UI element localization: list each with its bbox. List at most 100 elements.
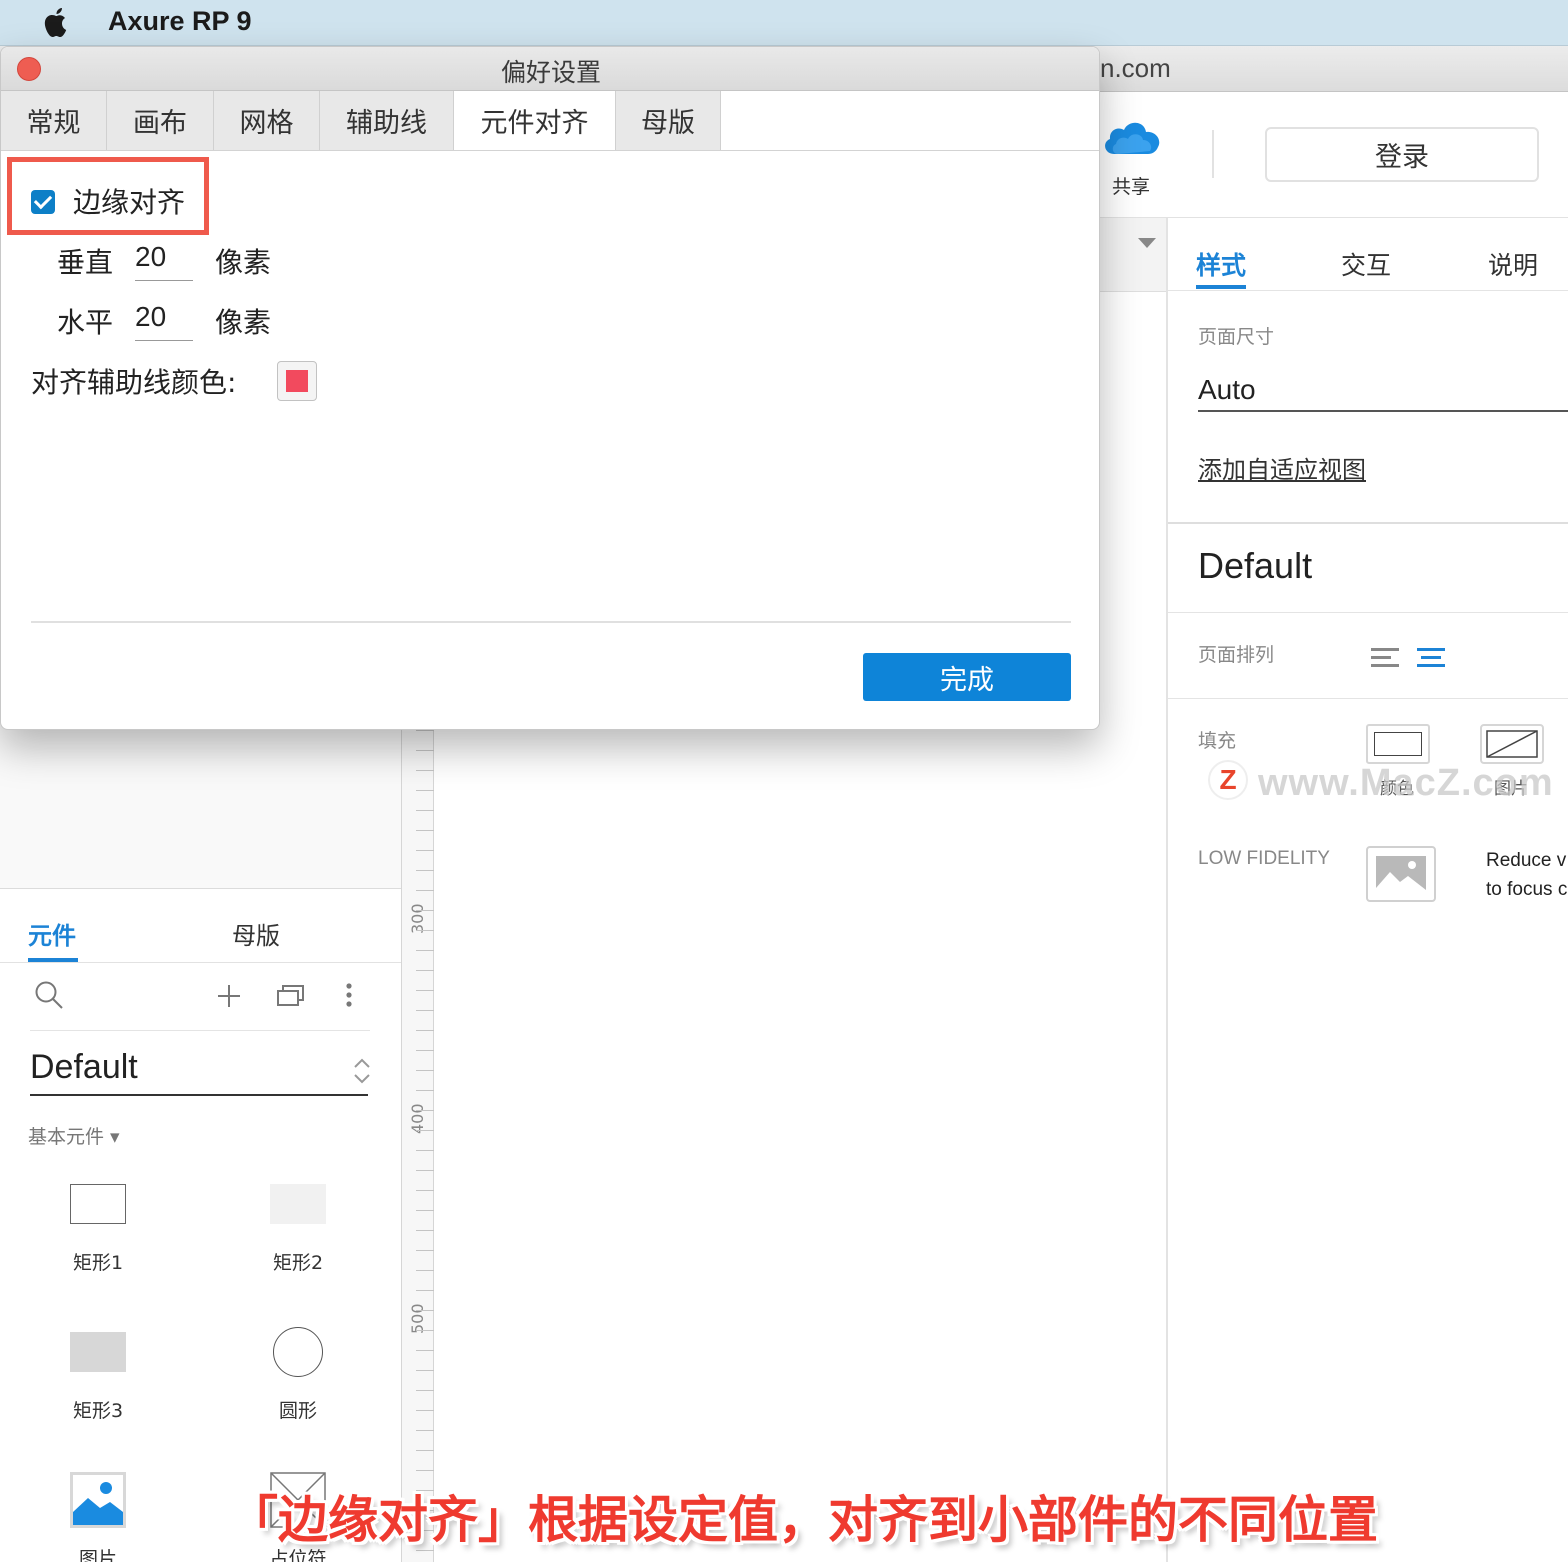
widget-label: 矩形2 [272, 1252, 324, 1274]
ruler-tick [416, 1070, 434, 1071]
window-title-fragment: n.com [1100, 53, 1171, 83]
apple-logo-icon[interactable] [40, 6, 72, 40]
tab-guides[interactable]: 辅助线 [320, 91, 454, 150]
ruler-tick [416, 770, 434, 771]
select-arrows-icon[interactable] [352, 1056, 372, 1086]
share-label[interactable]: 共享 [1112, 172, 1150, 199]
add-icon[interactable] [216, 983, 242, 1009]
ruler-dropdown-arrow-icon[interactable] [1138, 238, 1156, 248]
rectangle3-widget-icon[interactable] [70, 1332, 126, 1372]
widget-label: 图片 [78, 1548, 117, 1562]
ruler-tick [416, 810, 434, 811]
vertical-label: 垂直 [57, 246, 114, 279]
ruler-tick [416, 890, 434, 891]
ruler-tick [416, 1470, 434, 1471]
ruler-tick [416, 1330, 434, 1331]
widget-label: 矩形3 [72, 1400, 124, 1422]
widget-label: 矩形1 [72, 1252, 124, 1274]
ruler-tick [416, 950, 434, 951]
tab-widgets[interactable]: 元件 [28, 916, 76, 951]
low-fidelity-image-icon[interactable] [1366, 846, 1436, 902]
dialog-title: 偏好设置 [500, 58, 601, 87]
ruler-tick [416, 1370, 434, 1371]
horizontal-unit: 像素 [215, 306, 272, 339]
divider [1168, 698, 1568, 699]
ruler-tick [416, 1090, 434, 1091]
align-left-icon[interactable] [1370, 646, 1400, 670]
low-fidelity-description-line: Reduce v [1486, 850, 1567, 871]
ruler-tick [416, 1110, 434, 1111]
tab-widget-snap[interactable]: 元件对齐 [454, 91, 616, 150]
toolbar-divider [1212, 130, 1214, 178]
rectangle1-widget-icon[interactable] [70, 1184, 126, 1224]
app-name[interactable]: Axure RP 9 [108, 6, 252, 37]
ruler-tick [416, 930, 434, 931]
ruler-tick [416, 1050, 434, 1051]
ruler-tick [416, 1170, 434, 1171]
low-fidelity-label: LOW FIDELITY [1198, 848, 1330, 869]
divider [0, 962, 401, 963]
guide-color-picker[interactable] [277, 361, 317, 401]
divider [1168, 522, 1568, 524]
tab-notes[interactable]: 说明 [1488, 246, 1538, 282]
tab-general[interactable]: 常规 [1, 91, 107, 150]
low-fidelity-description: Reduce v to focus c [1486, 846, 1567, 904]
page-size-label: 页面尺寸 [1198, 326, 1275, 348]
ruler-tick [416, 790, 434, 791]
tab-grid[interactable]: 网格 [214, 91, 320, 150]
ruler-tick [416, 910, 434, 911]
horizontal-input[interactable]: 20 [135, 301, 193, 341]
library-select[interactable]: Default [30, 1048, 138, 1087]
ruler-tick [416, 730, 434, 731]
ruler-tick [416, 990, 434, 991]
fill-color-option[interactable] [1366, 724, 1430, 764]
ruler-tick [416, 850, 434, 851]
guide-color-label: 对齐辅助线颜色: [31, 366, 237, 399]
ruler-tick [416, 870, 434, 871]
dialog-titlebar: 偏好设置 [1, 47, 1099, 91]
divider [30, 1030, 370, 1031]
tab-masters[interactable]: 母版 [232, 916, 280, 951]
horizontal-label: 水平 [57, 306, 114, 339]
ruler-tick [416, 1350, 434, 1351]
cloud-share-icon[interactable] [1100, 114, 1164, 158]
ruler-tick [416, 1250, 434, 1251]
tab-masters[interactable]: 母版 [616, 91, 721, 150]
vertical-input[interactable]: 20 [135, 241, 193, 281]
done-button[interactable]: 完成 [863, 653, 1071, 701]
ruler-tick [416, 1270, 434, 1271]
ruler-tick [416, 970, 434, 971]
ruler-tick [416, 1410, 434, 1411]
dialog-tabs: 常规 画布 网格 辅助线 元件对齐 母版 [1, 91, 1099, 151]
tab-interactions[interactable]: 交互 [1341, 246, 1391, 282]
active-tab-indicator [1196, 285, 1246, 289]
more-options-icon[interactable] [344, 982, 354, 1008]
circle-widget-icon[interactable] [273, 1327, 323, 1377]
login-button[interactable]: 登录 [1265, 127, 1539, 182]
watermark-logo-icon: Z [1208, 760, 1248, 800]
tab-style[interactable]: 样式 [1196, 246, 1246, 282]
add-adaptive-view-link[interactable]: 添加自适应视图 [1198, 450, 1366, 485]
page-size-select[interactable]: Auto [1198, 374, 1256, 406]
divider [1168, 290, 1568, 291]
align-center-icon[interactable] [1416, 646, 1446, 670]
preferences-dialog: 偏好设置 常规 画布 网格 辅助线 元件对齐 母版 边缘对齐 垂直 20 像素 … [0, 46, 1100, 730]
image-widget-icon[interactable] [70, 1472, 126, 1528]
color-swatch [286, 370, 308, 392]
edge-snap-label[interactable]: 边缘对齐 [73, 181, 185, 221]
style-name[interactable]: Default [1198, 545, 1312, 587]
widget-category[interactable]: 基本元件 ▾ [28, 1122, 120, 1149]
search-icon[interactable] [34, 980, 64, 1012]
ruler-tick [416, 1010, 434, 1011]
ruler-tick [416, 1390, 434, 1391]
low-fidelity-description-line: to focus c [1486, 879, 1568, 900]
rectangle2-widget-icon[interactable] [270, 1184, 326, 1224]
ruler-tick [416, 1450, 434, 1451]
menu-bar: Axure RP 9 [0, 0, 1568, 46]
ruler-tick [416, 1150, 434, 1151]
tab-canvas[interactable]: 画布 [107, 91, 214, 150]
library-stack-icon[interactable] [276, 982, 306, 1008]
fill-image-option-icon[interactable] [1480, 724, 1544, 764]
edge-snap-checkbox[interactable] [31, 190, 55, 214]
ruler-tick [416, 1190, 434, 1191]
